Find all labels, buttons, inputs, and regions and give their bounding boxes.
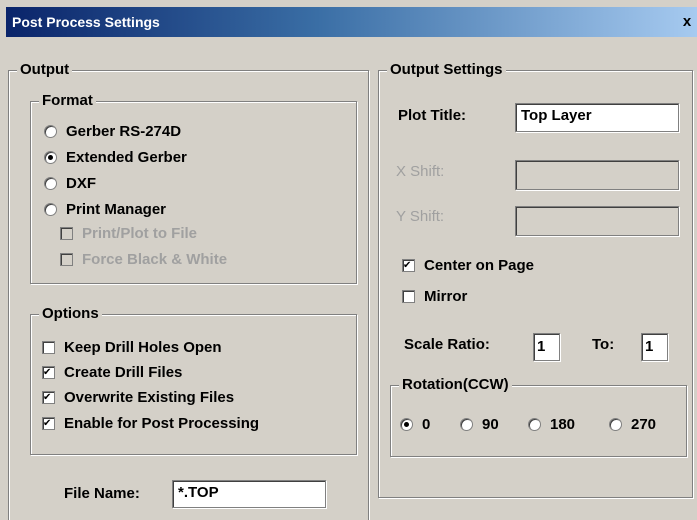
print-plot-to-file-checkbox [60, 227, 73, 240]
overwrite-existing-files-option[interactable]: Overwrite Existing Files [42, 389, 234, 406]
mirror-option[interactable]: Mirror [402, 288, 467, 305]
create-drill-files-checkbox[interactable] [42, 366, 55, 379]
radio-rotation-90[interactable] [460, 418, 473, 431]
rotation-option-label: 270 [631, 416, 657, 433]
format-option-label: DXF [66, 175, 96, 192]
center-on-page-label: Center on Page [424, 257, 535, 274]
force-black-white-option: Force Black & White [60, 251, 227, 268]
x-shift-label: X Shift: [396, 163, 445, 180]
create-drill-files-label: Create Drill Files [64, 364, 183, 381]
overwrite-existing-files-checkbox[interactable] [42, 391, 55, 404]
enable-post-processing-checkbox[interactable] [42, 417, 55, 430]
format-option-extended-gerber[interactable]: Extended Gerber [44, 149, 187, 166]
rotation-option-label: 0 [422, 416, 431, 433]
y-shift-label: Y Shift: [396, 208, 445, 225]
radio-dxf[interactable] [44, 177, 57, 190]
format-option-label: Extended Gerber [66, 149, 187, 166]
center-on-page-checkbox[interactable] [402, 259, 415, 272]
rotation-group-label: Rotation(CCW) [399, 376, 512, 394]
keep-drill-holes-open-checkbox[interactable] [42, 341, 55, 354]
radio-extended-gerber[interactable] [44, 151, 57, 164]
print-plot-to-file-label: Print/Plot to File [82, 225, 197, 242]
options-group-label: Options [39, 305, 102, 323]
rotation-option-label: 90 [482, 416, 499, 433]
format-option-label: Gerber RS-274D [66, 123, 182, 140]
scale-ratio-input[interactable]: 1 [533, 333, 560, 361]
format-option-gerber-rs274d[interactable]: Gerber RS-274D [44, 123, 181, 140]
plot-title-input[interactable]: Top Layer [515, 103, 679, 132]
close-icon[interactable]: x [679, 12, 695, 32]
radio-gerber-rs274d[interactable] [44, 125, 57, 138]
overwrite-existing-files-label: Overwrite Existing Files [64, 389, 235, 406]
options-group: Options [30, 305, 357, 455]
radio-rotation-180[interactable] [528, 418, 541, 431]
enable-post-processing-label: Enable for Post Processing [64, 415, 260, 432]
center-on-page-option[interactable]: Center on Page [402, 257, 534, 274]
file-name-label: File Name: [64, 485, 140, 502]
radio-rotation-0[interactable] [400, 418, 413, 431]
create-drill-files-option[interactable]: Create Drill Files [42, 364, 182, 381]
mirror-checkbox[interactable] [402, 290, 415, 303]
radio-print-manager[interactable] [44, 203, 57, 216]
mirror-label: Mirror [424, 288, 468, 305]
keep-drill-holes-open-label: Keep Drill Holes Open [64, 339, 222, 356]
dialog-title: Post Process Settings [12, 14, 160, 30]
format-option-label: Print Manager [66, 201, 167, 218]
force-black-white-checkbox [60, 253, 73, 266]
plot-title-label: Plot Title: [398, 107, 467, 124]
title-bar[interactable]: Post Process Settings x [6, 7, 697, 37]
output-settings-group-label: Output Settings [387, 61, 506, 79]
scale-ratio-to-label: To: [592, 336, 615, 353]
rotation-option-0[interactable]: 0 [400, 416, 430, 433]
rotation-option-270[interactable]: 270 [609, 416, 656, 433]
rotation-option-90[interactable]: 90 [460, 416, 499, 433]
y-shift-input [515, 206, 679, 236]
scale-ratio-label: Scale Ratio: [404, 336, 490, 353]
post-process-settings-dialog: Post Process Settings x Output Format Ge… [0, 0, 697, 520]
rotation-option-180[interactable]: 180 [528, 416, 575, 433]
format-group-label: Format [39, 92, 96, 110]
rotation-option-label: 180 [550, 416, 576, 433]
x-shift-input [515, 160, 679, 190]
enable-post-processing-option[interactable]: Enable for Post Processing [42, 415, 259, 432]
output-group-label: Output [17, 61, 73, 79]
force-black-white-label: Force Black & White [82, 251, 228, 268]
file-name-input[interactable]: *.TOP [172, 480, 326, 508]
scale-ratio-to-input[interactable]: 1 [641, 333, 668, 361]
keep-drill-holes-open-option[interactable]: Keep Drill Holes Open [42, 339, 222, 356]
format-option-print-manager[interactable]: Print Manager [44, 201, 166, 218]
radio-rotation-270[interactable] [609, 418, 622, 431]
format-option-dxf[interactable]: DXF [44, 175, 96, 192]
print-plot-to-file-option: Print/Plot to File [60, 225, 197, 242]
